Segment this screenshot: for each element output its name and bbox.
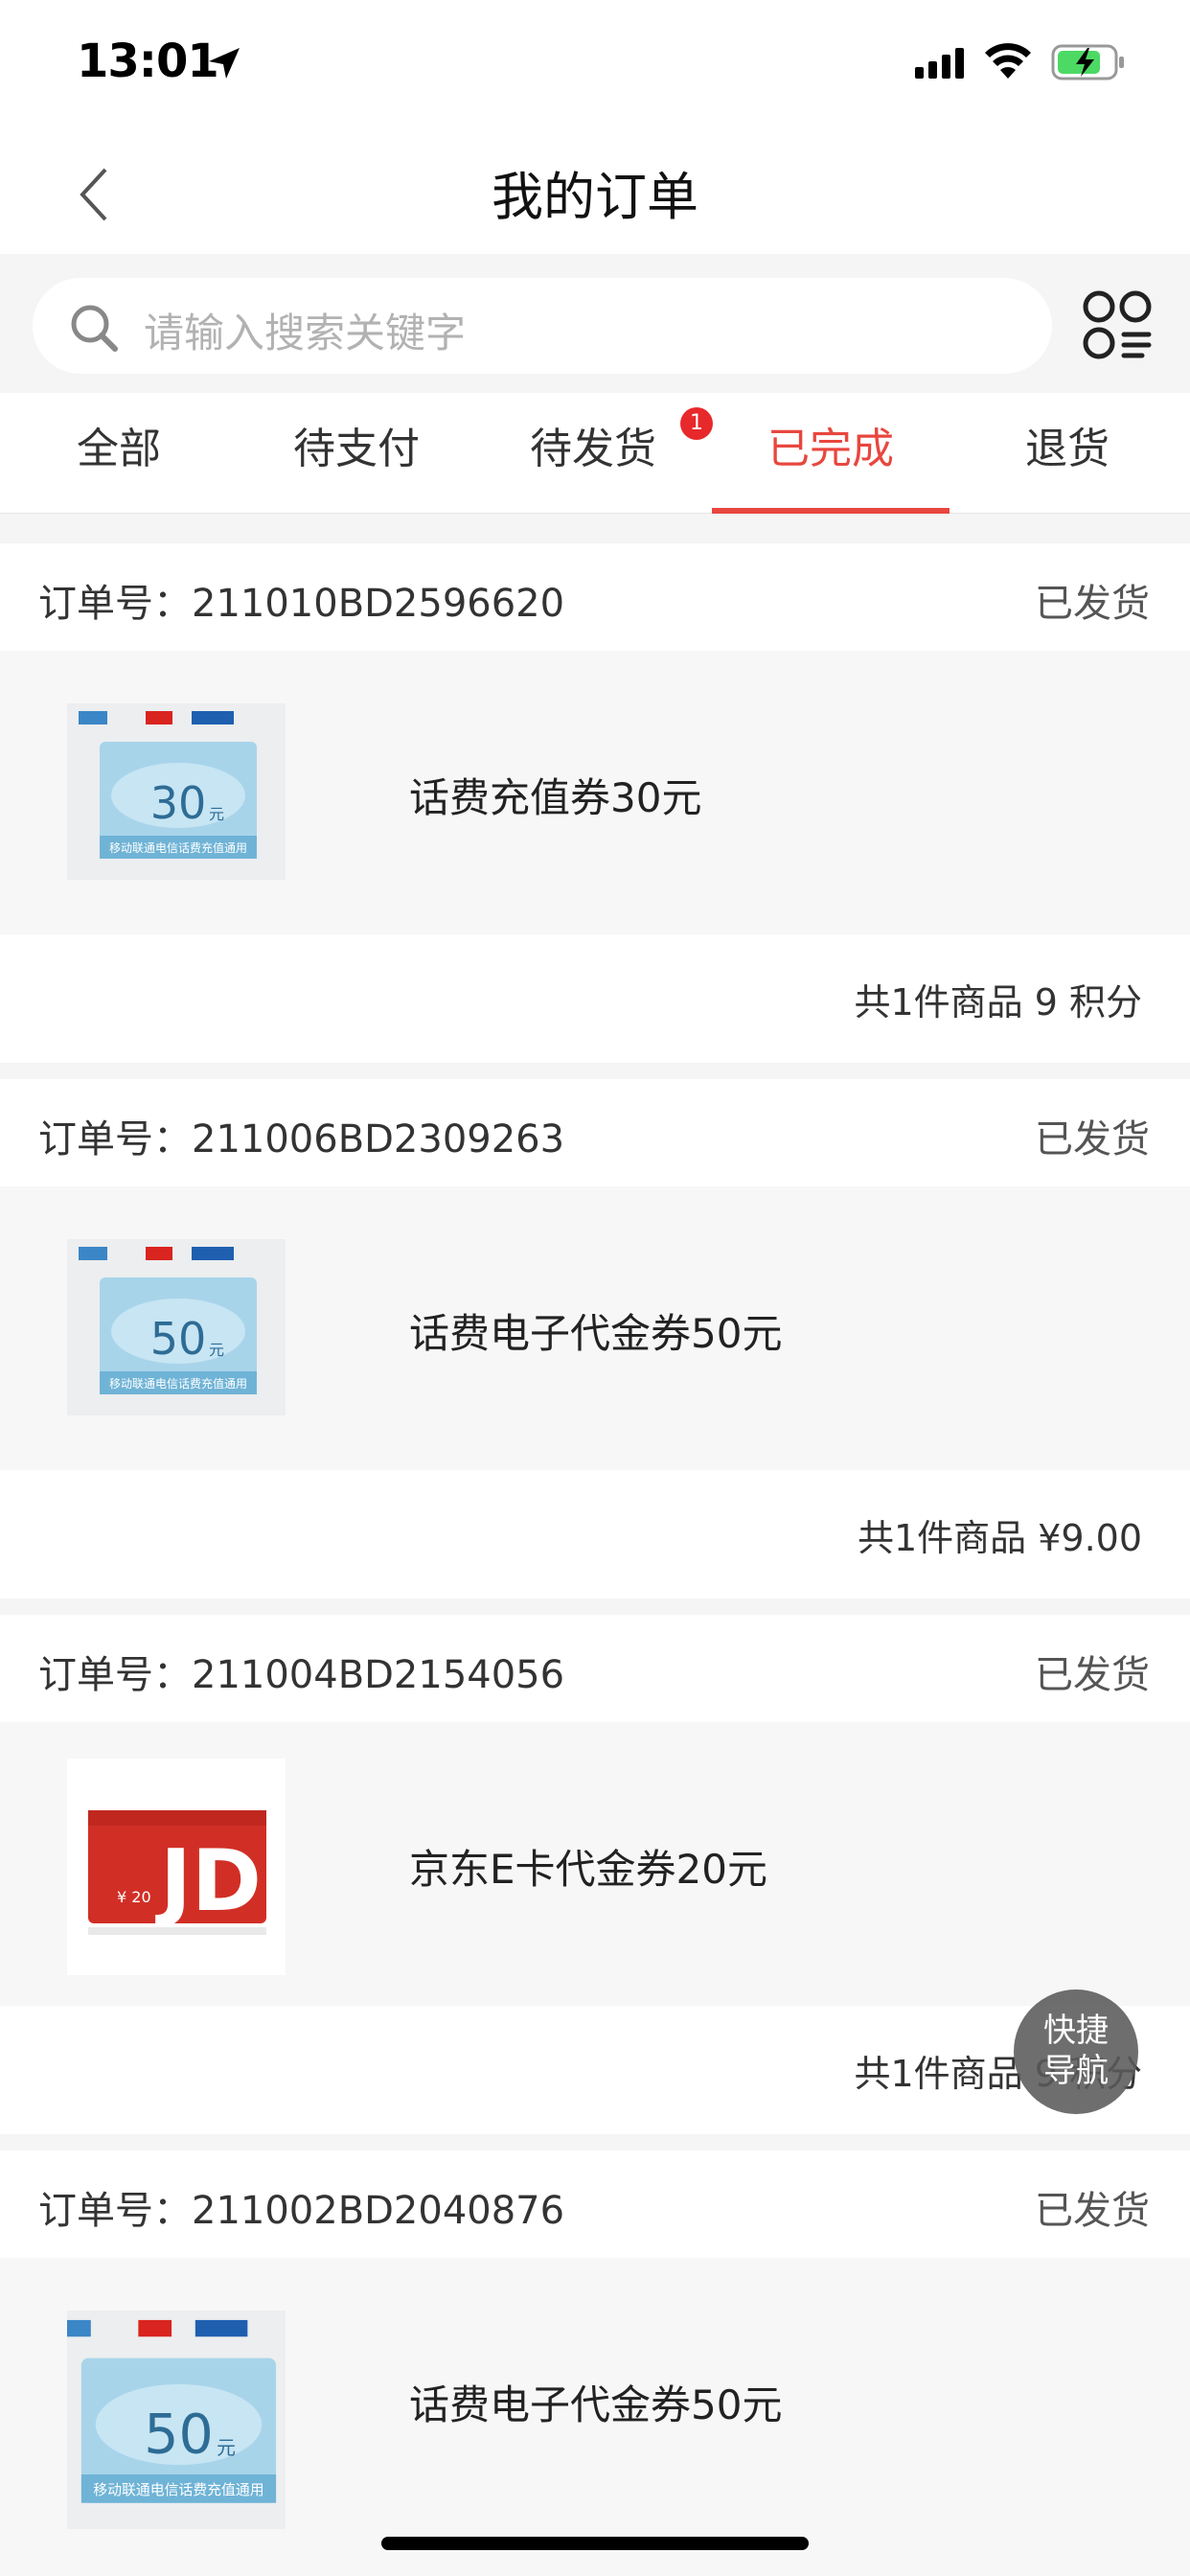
status-bar: 13:01 bbox=[0, 0, 1190, 129]
search-input[interactable]: 请输入搜索关键字 bbox=[33, 278, 1052, 374]
order-footer: 共1件商品 ¥9.00 bbox=[0, 1470, 1190, 1598]
order-number: 订单号：211010BD2596620 bbox=[38, 582, 565, 626]
thumb-value: 30 bbox=[150, 777, 207, 829]
category-grid-icon[interactable] bbox=[1083, 290, 1152, 359]
thumb-value: 50 bbox=[144, 2404, 214, 2467]
order-header[interactable]: 订单号：211002BD2040876 已发货 bbox=[0, 2150, 1190, 2258]
cellular-signal-icon bbox=[915, 48, 964, 79]
product-thumbnail: JD ¥ 20 bbox=[67, 1759, 286, 1975]
thumb-value: 50 bbox=[150, 1313, 207, 1365]
order-header[interactable]: 订单号：211004BD2154056 已发货 bbox=[0, 1615, 1190, 1722]
tab-completed[interactable]: 已完成 bbox=[712, 393, 950, 514]
status-time: 13:01 bbox=[77, 34, 219, 88]
order-status: 已发货 bbox=[1035, 2189, 1150, 2233]
thumb-caption: 移动联通电信话费充值通用 bbox=[109, 840, 247, 855]
page-title: 我的订单 bbox=[492, 167, 698, 227]
order-number: 订单号：211004BD2154056 bbox=[38, 1653, 565, 1697]
battery-charging-icon bbox=[1051, 44, 1124, 80]
product-thumbnail: 30 元 移动联通电信话费充值通用 bbox=[67, 703, 286, 880]
tab-pending-shipment[interactable]: 待发货 bbox=[474, 393, 712, 514]
quick-nav-label-line2: 导航 bbox=[1043, 2052, 1109, 2090]
order-number: 订单号：211002BD2040876 bbox=[38, 2189, 565, 2233]
thumb-caption: 移动联通电信话费充值通用 bbox=[93, 2481, 263, 2498]
product-name: 话费电子代金券50元 bbox=[409, 2381, 783, 2428]
order-header[interactable]: 订单号：211010BD2596620 已发货 bbox=[0, 543, 1190, 651]
thumb-caption: 移动联通电信话费充值通用 bbox=[109, 1376, 247, 1391]
product-thumbnail: 50 元 移动联通电信话费充值通用 bbox=[67, 1239, 286, 1415]
order-item[interactable]: 30 元 移动联通电信话费充值通用 话费充值券30元 bbox=[0, 651, 1190, 934]
order-footer: 共1件商品 9 积分 bbox=[0, 2006, 1190, 2134]
home-indicator[interactable] bbox=[381, 2537, 809, 2550]
thumb-unit: 元 bbox=[217, 2437, 236, 2459]
order-status: 已发货 bbox=[1035, 1653, 1150, 1697]
order-summary: 共1件商品 ¥9.00 bbox=[857, 1517, 1142, 1559]
order-footer: 共1件商品 9 积分 bbox=[0, 934, 1190, 1063]
thumb-unit: 元 bbox=[209, 1341, 224, 1359]
active-tab-indicator bbox=[712, 508, 950, 514]
thumb-brand: JD bbox=[155, 1831, 262, 1930]
order-status-tabs: 全部 待支付 待发货 已完成 退货 1 bbox=[0, 393, 1190, 514]
product-name: 京东E卡代金券20元 bbox=[409, 1846, 767, 1893]
search-icon bbox=[71, 305, 118, 352]
nav-bar: 我的订单 bbox=[0, 129, 1190, 254]
order-number: 订单号：211006BD2309263 bbox=[38, 1117, 565, 1162]
product-name: 话费充值券30元 bbox=[409, 774, 702, 821]
order-item[interactable]: 50 元 移动联通电信话费充值通用 话费电子代金券50元 bbox=[0, 2258, 1190, 2576]
order-status: 已发货 bbox=[1035, 582, 1150, 626]
quick-nav-button[interactable]: 快捷 导航 bbox=[1014, 1990, 1138, 2114]
search-placeholder: 请输入搜索关键字 bbox=[144, 310, 467, 356]
product-name: 话费电子代金券50元 bbox=[409, 1310, 783, 1357]
order-status: 已发货 bbox=[1035, 1117, 1150, 1162]
thumb-unit: 元 bbox=[209, 805, 224, 823]
order-header[interactable]: 订单号：211006BD2309263 已发货 bbox=[0, 1079, 1190, 1186]
quick-nav-label-line1: 快捷 bbox=[1043, 2012, 1109, 2050]
order-summary: 共1件商品 9 积分 bbox=[854, 981, 1142, 1024]
order-item[interactable]: JD ¥ 20 京东E卡代金券20元 bbox=[0, 1722, 1190, 2006]
pending-shipment-badge: 1 bbox=[680, 407, 713, 440]
product-thumbnail: 50 元 移动联通电信话费充值通用 bbox=[67, 2311, 286, 2529]
tab-pending-payment[interactable]: 待支付 bbox=[238, 393, 475, 514]
location-arrow-icon bbox=[209, 48, 240, 79]
order-item[interactable]: 50 元 移动联通电信话费充值通用 话费电子代金券50元 bbox=[0, 1186, 1190, 1470]
thumb-value: ¥ 20 bbox=[117, 1888, 151, 1906]
tab-all[interactable]: 全部 bbox=[0, 393, 238, 514]
search-bar: 请输入搜索关键字 bbox=[0, 254, 1190, 393]
wifi-icon bbox=[985, 43, 1031, 79]
tab-returns[interactable]: 退货 bbox=[949, 393, 1186, 514]
